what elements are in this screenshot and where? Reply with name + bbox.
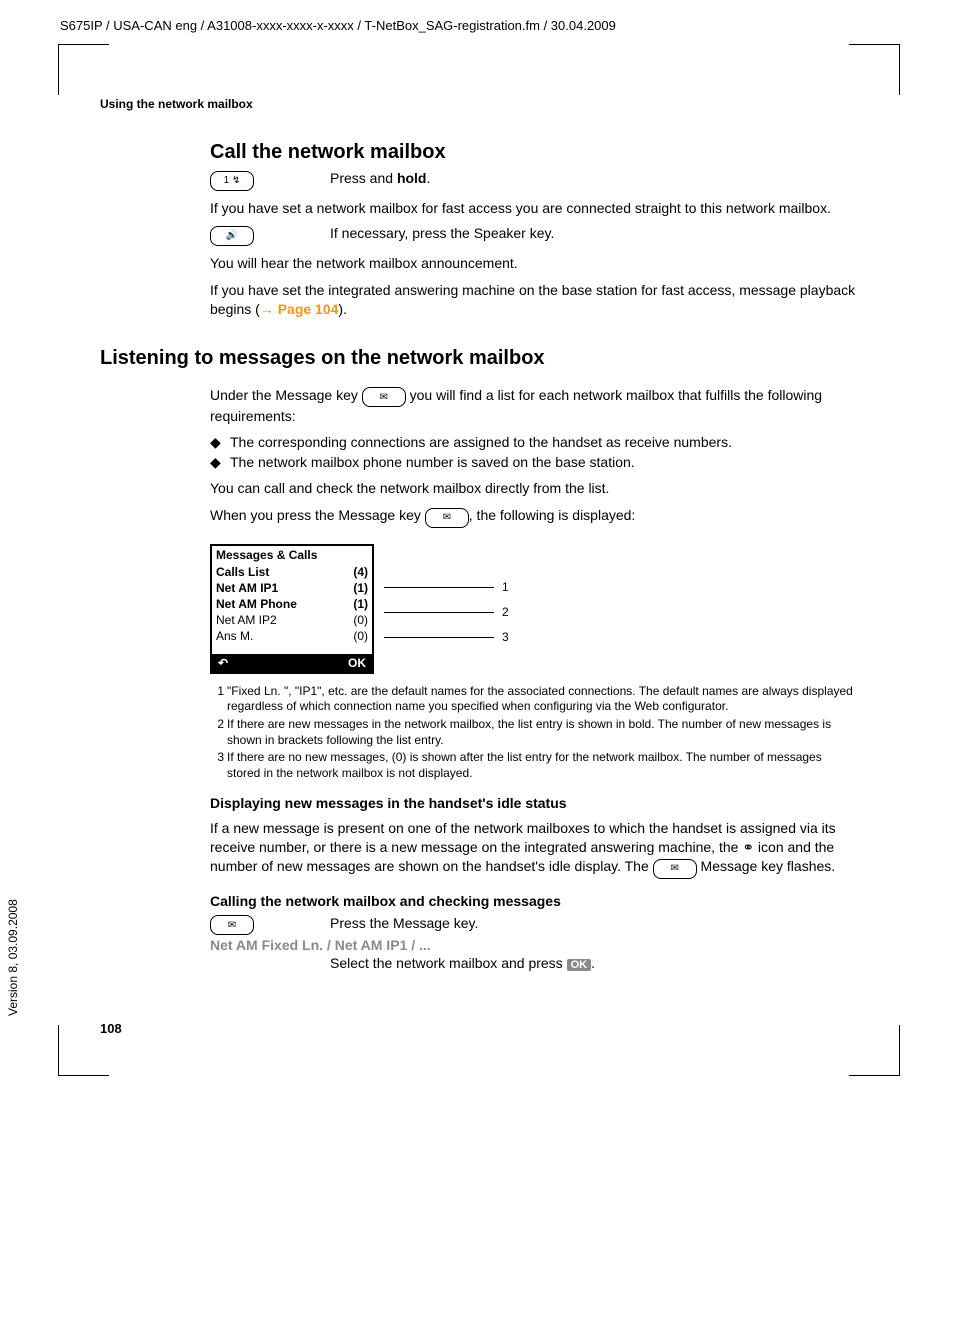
paragraph: You will hear the network mailbox announ… bbox=[210, 254, 858, 273]
paragraph: You can call and check the network mailb… bbox=[210, 479, 858, 498]
message-key-icon: ✉ bbox=[210, 915, 254, 935]
paragraph: When you press the Message key ✉, the fo… bbox=[210, 506, 858, 528]
crop-mark bbox=[58, 1025, 109, 1076]
footnote: 2If there are new messages in the networ… bbox=[210, 717, 858, 748]
ok-button-label: OK bbox=[567, 959, 592, 971]
paragraph: Under the Message key ✉ you will find a … bbox=[210, 386, 858, 427]
back-icon: ↶ bbox=[218, 656, 228, 670]
crop-mark bbox=[849, 1025, 900, 1076]
subsection-calling-title: Calling the network mailbox and checking… bbox=[210, 893, 858, 909]
step-text: Press and hold. bbox=[330, 170, 430, 186]
screen-row: Net AM Phone(1) bbox=[212, 596, 372, 612]
section-call-mailbox-title: Call the network mailbox bbox=[210, 141, 858, 164]
section-listening-title: Listening to messages on the network mai… bbox=[100, 347, 858, 370]
leader-line: 3 bbox=[384, 625, 509, 650]
screen-row: Net AM IP1(1) bbox=[212, 580, 372, 596]
leader-line: 1 bbox=[384, 575, 509, 600]
page-number: 108 bbox=[100, 1021, 858, 1036]
paragraph: If a new message is present on one of th… bbox=[210, 819, 858, 879]
screen-row: Ans M.(0) bbox=[212, 628, 372, 644]
screen-title: Messages & Calls bbox=[212, 546, 372, 564]
paragraph: If you have set a network mailbox for fa… bbox=[210, 199, 858, 218]
key-1-icon: 1 ↯ bbox=[210, 171, 254, 191]
menu-path-label: Net AM Fixed Ln. / Net AM IP1 / ... bbox=[210, 937, 431, 953]
speaker-key-icon: 🔊 bbox=[210, 226, 254, 246]
footnote: 1"Fixed Ln. ", "IP1", etc. are the defau… bbox=[210, 684, 858, 715]
bullet-icon: ◆ bbox=[210, 454, 230, 471]
paragraph: If you have set the integrated answering… bbox=[210, 281, 858, 319]
step-text: If necessary, press the Speaker key. bbox=[330, 225, 554, 241]
screen-row: Calls List(4) bbox=[212, 564, 372, 580]
screen-row: Net AM IP2(0) bbox=[212, 612, 372, 628]
message-key-icon: ✉ bbox=[362, 387, 406, 407]
bullet-text: The corresponding connections are assign… bbox=[230, 434, 732, 451]
running-head: Using the network mailbox bbox=[100, 97, 858, 111]
arrow-icon: → bbox=[260, 301, 274, 317]
doc-header-path: S675IP / USA-CAN eng / A31008-xxxx-xxxx-… bbox=[60, 18, 898, 33]
message-key-icon: ✉ bbox=[425, 508, 469, 528]
footnote: 3If there are no new messages, (0) is sh… bbox=[210, 750, 858, 781]
bullet-icon: ◆ bbox=[210, 434, 230, 451]
message-key-icon: ✉ bbox=[653, 859, 697, 879]
leader-line: 2 bbox=[384, 600, 509, 625]
tape-icon: ⚭ bbox=[742, 839, 754, 855]
phone-screen-illustration: Messages & Calls Calls List(4) Net AM IP… bbox=[210, 544, 374, 674]
ok-softkey: OK bbox=[348, 656, 366, 670]
bullet-text: The network mailbox phone number is save… bbox=[230, 454, 635, 471]
subsection-displaying-title: Displaying new messages in the handset's… bbox=[210, 795, 858, 811]
version-side-text: Version 8, 03.09.2008 bbox=[6, 900, 20, 1017]
step-text: Press the Message key. bbox=[330, 915, 478, 931]
step-text: Select the network mailbox and press OK. bbox=[330, 955, 595, 971]
page-reference-link[interactable]: Page 104 bbox=[278, 301, 339, 317]
